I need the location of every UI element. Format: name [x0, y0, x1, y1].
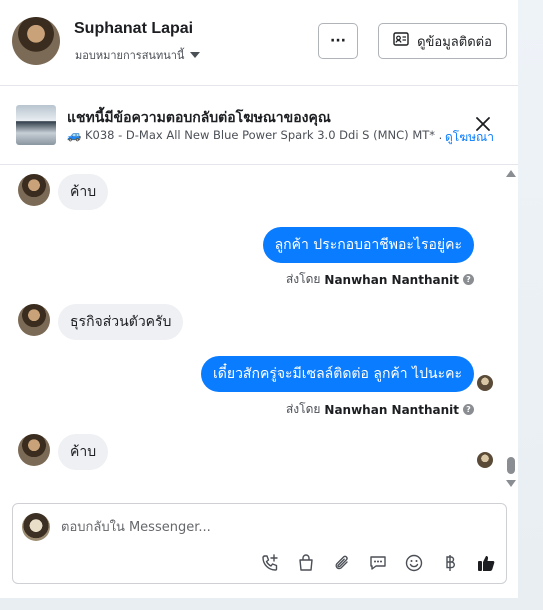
contact-avatar[interactable] — [12, 17, 60, 65]
more-options-button[interactable]: ··· — [318, 23, 358, 59]
composer-toolbar — [253, 550, 503, 576]
message-bubble-incoming[interactable]: ค้าบ — [58, 434, 109, 470]
sender-avatar[interactable] — [18, 174, 50, 206]
scroll-down-arrow-icon[interactable] — [506, 480, 516, 487]
contact-card-icon — [393, 32, 409, 50]
chat-panel: Suphanat Lapai มอบหมายการสนทนานี้ ··· ดู… — [0, 0, 518, 598]
reply-input[interactable] — [61, 516, 481, 538]
page-avatar — [22, 513, 50, 541]
conversation-header: Suphanat Lapai มอบหมายการสนทนานี้ ··· ดู… — [0, 0, 518, 86]
assign-label: มอบหมายการสนทนานี้ — [75, 49, 185, 62]
view-contact-label: ดูข้อมูลติดต่อ — [417, 34, 492, 50]
sent-by-label: ส่งโดย Nanwhan Nanthanit ? — [286, 270, 474, 289]
contact-name[interactable]: Suphanat Lapai — [74, 20, 193, 38]
view-contact-button[interactable]: ดูข้อมูลติดต่อ — [378, 23, 507, 59]
sent-by-name: Nanwhan Nanthanit — [324, 272, 459, 287]
seen-indicator-avatar — [477, 452, 493, 468]
sent-by-name: Nanwhan Nanthanit — [324, 402, 459, 417]
emoji-icon[interactable] — [403, 552, 425, 574]
scroll-up-arrow-icon[interactable] — [506, 170, 516, 177]
ad-banner-subtitle: 🚙 K038 - D-Max All New Blue Power Spark … — [67, 128, 442, 142]
message-bubble-outgoing[interactable]: เดี๋ยวสักครู่จะมีเซลล์ติดต่อ ลูกค้า ไปนะ… — [200, 356, 474, 392]
assign-conversation-dropdown[interactable]: มอบหมายการสนทนานี้ — [75, 46, 201, 64]
ad-thumbnail[interactable] — [16, 105, 56, 145]
ad-reply-banner: แชทนี้มีข้อความตอบกลับต่อโฆษณาของคุณ 🚙 K… — [0, 87, 518, 165]
scrollbar-thumb[interactable] — [507, 457, 515, 474]
sent-by-prefix: ส่งโดย — [285, 402, 321, 416]
sender-avatar[interactable] — [18, 304, 50, 336]
saved-reply-icon[interactable] — [367, 552, 389, 574]
sent-by-label: ส่งโดย Nanwhan Nanthanit ? — [286, 400, 474, 419]
message-bubble-incoming[interactable]: ธุรกิจส่วนตัวครับ — [58, 304, 184, 340]
close-icon[interactable] — [474, 115, 492, 133]
shopping-bag-icon[interactable] — [295, 552, 317, 574]
seen-indicator-avatar — [477, 375, 493, 391]
thumbs-up-icon[interactable] — [475, 552, 497, 574]
help-icon[interactable]: ? — [463, 274, 474, 285]
caret-down-icon — [190, 52, 201, 58]
message-bubble-outgoing[interactable]: ลูกค้า ประกอบอาชีพอะไรอยู่คะ — [262, 227, 474, 263]
help-icon[interactable]: ? — [463, 404, 474, 415]
sender-avatar[interactable] — [18, 434, 50, 466]
phone-plus-icon[interactable] — [259, 552, 281, 574]
message-bubble-incoming[interactable]: ค้าบ — [58, 174, 109, 210]
ad-banner-title: แชทนี้มีข้อความตอบกลับต่อโฆษณาของคุณ — [67, 110, 331, 126]
reply-composer — [12, 503, 507, 584]
baht-icon[interactable] — [439, 552, 461, 574]
paperclip-icon[interactable] — [331, 552, 353, 574]
sent-by-prefix: ส่งโดย — [285, 272, 321, 286]
